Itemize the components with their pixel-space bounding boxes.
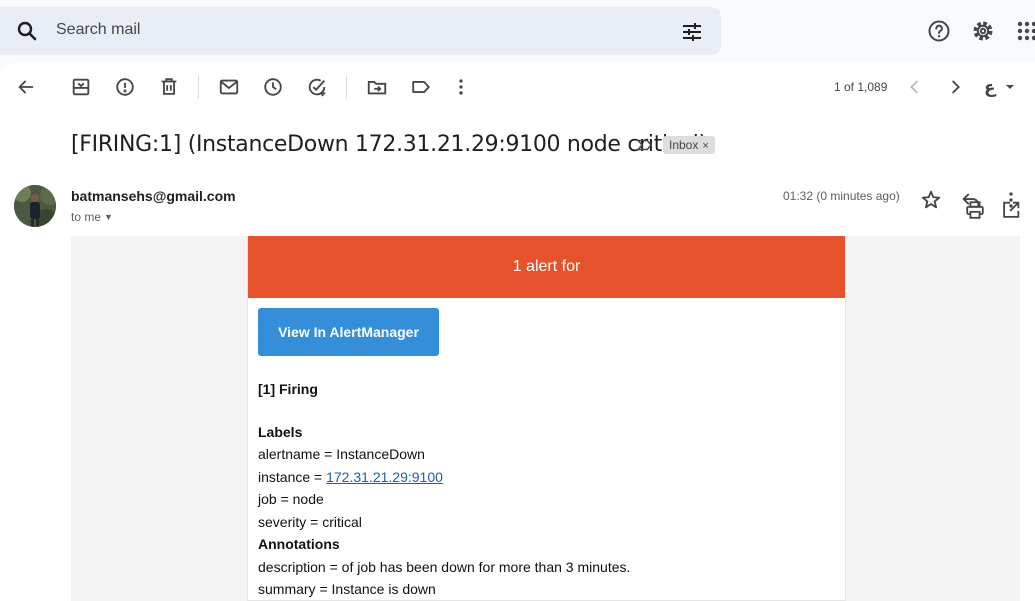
help-icon[interactable] <box>927 19 951 43</box>
add-task-icon[interactable] <box>306 76 328 98</box>
apps-icon[interactable] <box>1015 19 1035 43</box>
annotation-description: description = of job has been down for m… <box>258 558 631 575</box>
settings-icon[interactable] <box>971 19 995 43</box>
snooze-icon[interactable] <box>262 76 284 98</box>
email-timestamp: 01:32 (0 minutes ago) <box>783 189 900 203</box>
labels-heading: Labels <box>258 423 303 440</box>
label-instance: instance = 172.31.21.29:9100 <box>258 468 443 485</box>
reply-icon[interactable] <box>959 188 983 212</box>
sender-avatar[interactable] <box>14 185 56 227</box>
pagination-count: 1 of 1,089 <box>834 80 888 94</box>
message-view: 1 of 1,089 ع [FIRING:1] (InstanceDown 17… <box>0 63 1035 601</box>
alert-email-card: 1 alert for View In AlertManager [1] Fir… <box>247 236 846 601</box>
search-icon[interactable] <box>14 19 40 43</box>
alert-header: 1 alert for <box>248 236 845 298</box>
more-vert-icon[interactable] <box>999 188 1023 212</box>
mark-unread-icon[interactable] <box>218 76 240 98</box>
search-bar[interactable]: Search mail <box>0 7 721 55</box>
toolbar-divider <box>198 75 199 99</box>
chevron-right-icon[interactable] <box>944 76 966 98</box>
tune-icon[interactable] <box>680 20 704 44</box>
report-spam-icon[interactable] <box>114 76 136 98</box>
input-tools-icon[interactable]: ع <box>982 76 1018 98</box>
delete-icon[interactable] <box>158 76 180 98</box>
recipient-label: to me <box>71 210 102 224</box>
archive-icon[interactable] <box>70 76 92 98</box>
svg-text:ع: ع <box>984 78 997 98</box>
chevron-down-icon[interactable]: ▼ <box>104 212 113 222</box>
label-alertname: alertname = InstanceDown <box>258 446 425 462</box>
label-chip-text: Inbox <box>669 138 699 152</box>
firing-section-title: [1] Firing <box>258 381 318 397</box>
move-to-icon[interactable] <box>366 76 388 98</box>
label-job: job = node <box>258 491 324 507</box>
label-severity: severity = critical <box>258 513 362 530</box>
importance-icon[interactable] <box>636 136 654 154</box>
back-icon[interactable] <box>15 76 37 98</box>
search-input[interactable]: Search mail <box>56 21 140 39</box>
star-icon[interactable] <box>919 188 943 212</box>
more-vert-icon[interactable] <box>450 76 472 98</box>
email-body: 1 alert for View In AlertManager [1] Fir… <box>71 236 1020 601</box>
recipient-details[interactable]: to me ▼ <box>71 210 113 224</box>
email-subject: [FIRING:1] (InstanceDown 172.31.21.29:91… <box>71 132 707 157</box>
instance-link[interactable]: 172.31.21.29:9100 <box>326 469 443 485</box>
annotation-summary: summary = Instance is down <box>258 581 436 597</box>
sender-email[interactable]: batmansehs@gmail.com <box>71 188 236 204</box>
view-in-alertmanager-button[interactable]: View In AlertManager <box>258 308 439 356</box>
label-chip-inbox[interactable]: Inbox × <box>663 136 715 154</box>
chevron-left-icon[interactable] <box>904 76 926 98</box>
label-icon[interactable] <box>410 76 432 98</box>
annotations-heading: Annotations <box>258 536 340 552</box>
toolbar-divider <box>346 75 347 99</box>
remove-label-icon[interactable]: × <box>702 140 708 152</box>
alert-details: [1] Firing Labels alertname = InstanceDo… <box>258 378 630 601</box>
